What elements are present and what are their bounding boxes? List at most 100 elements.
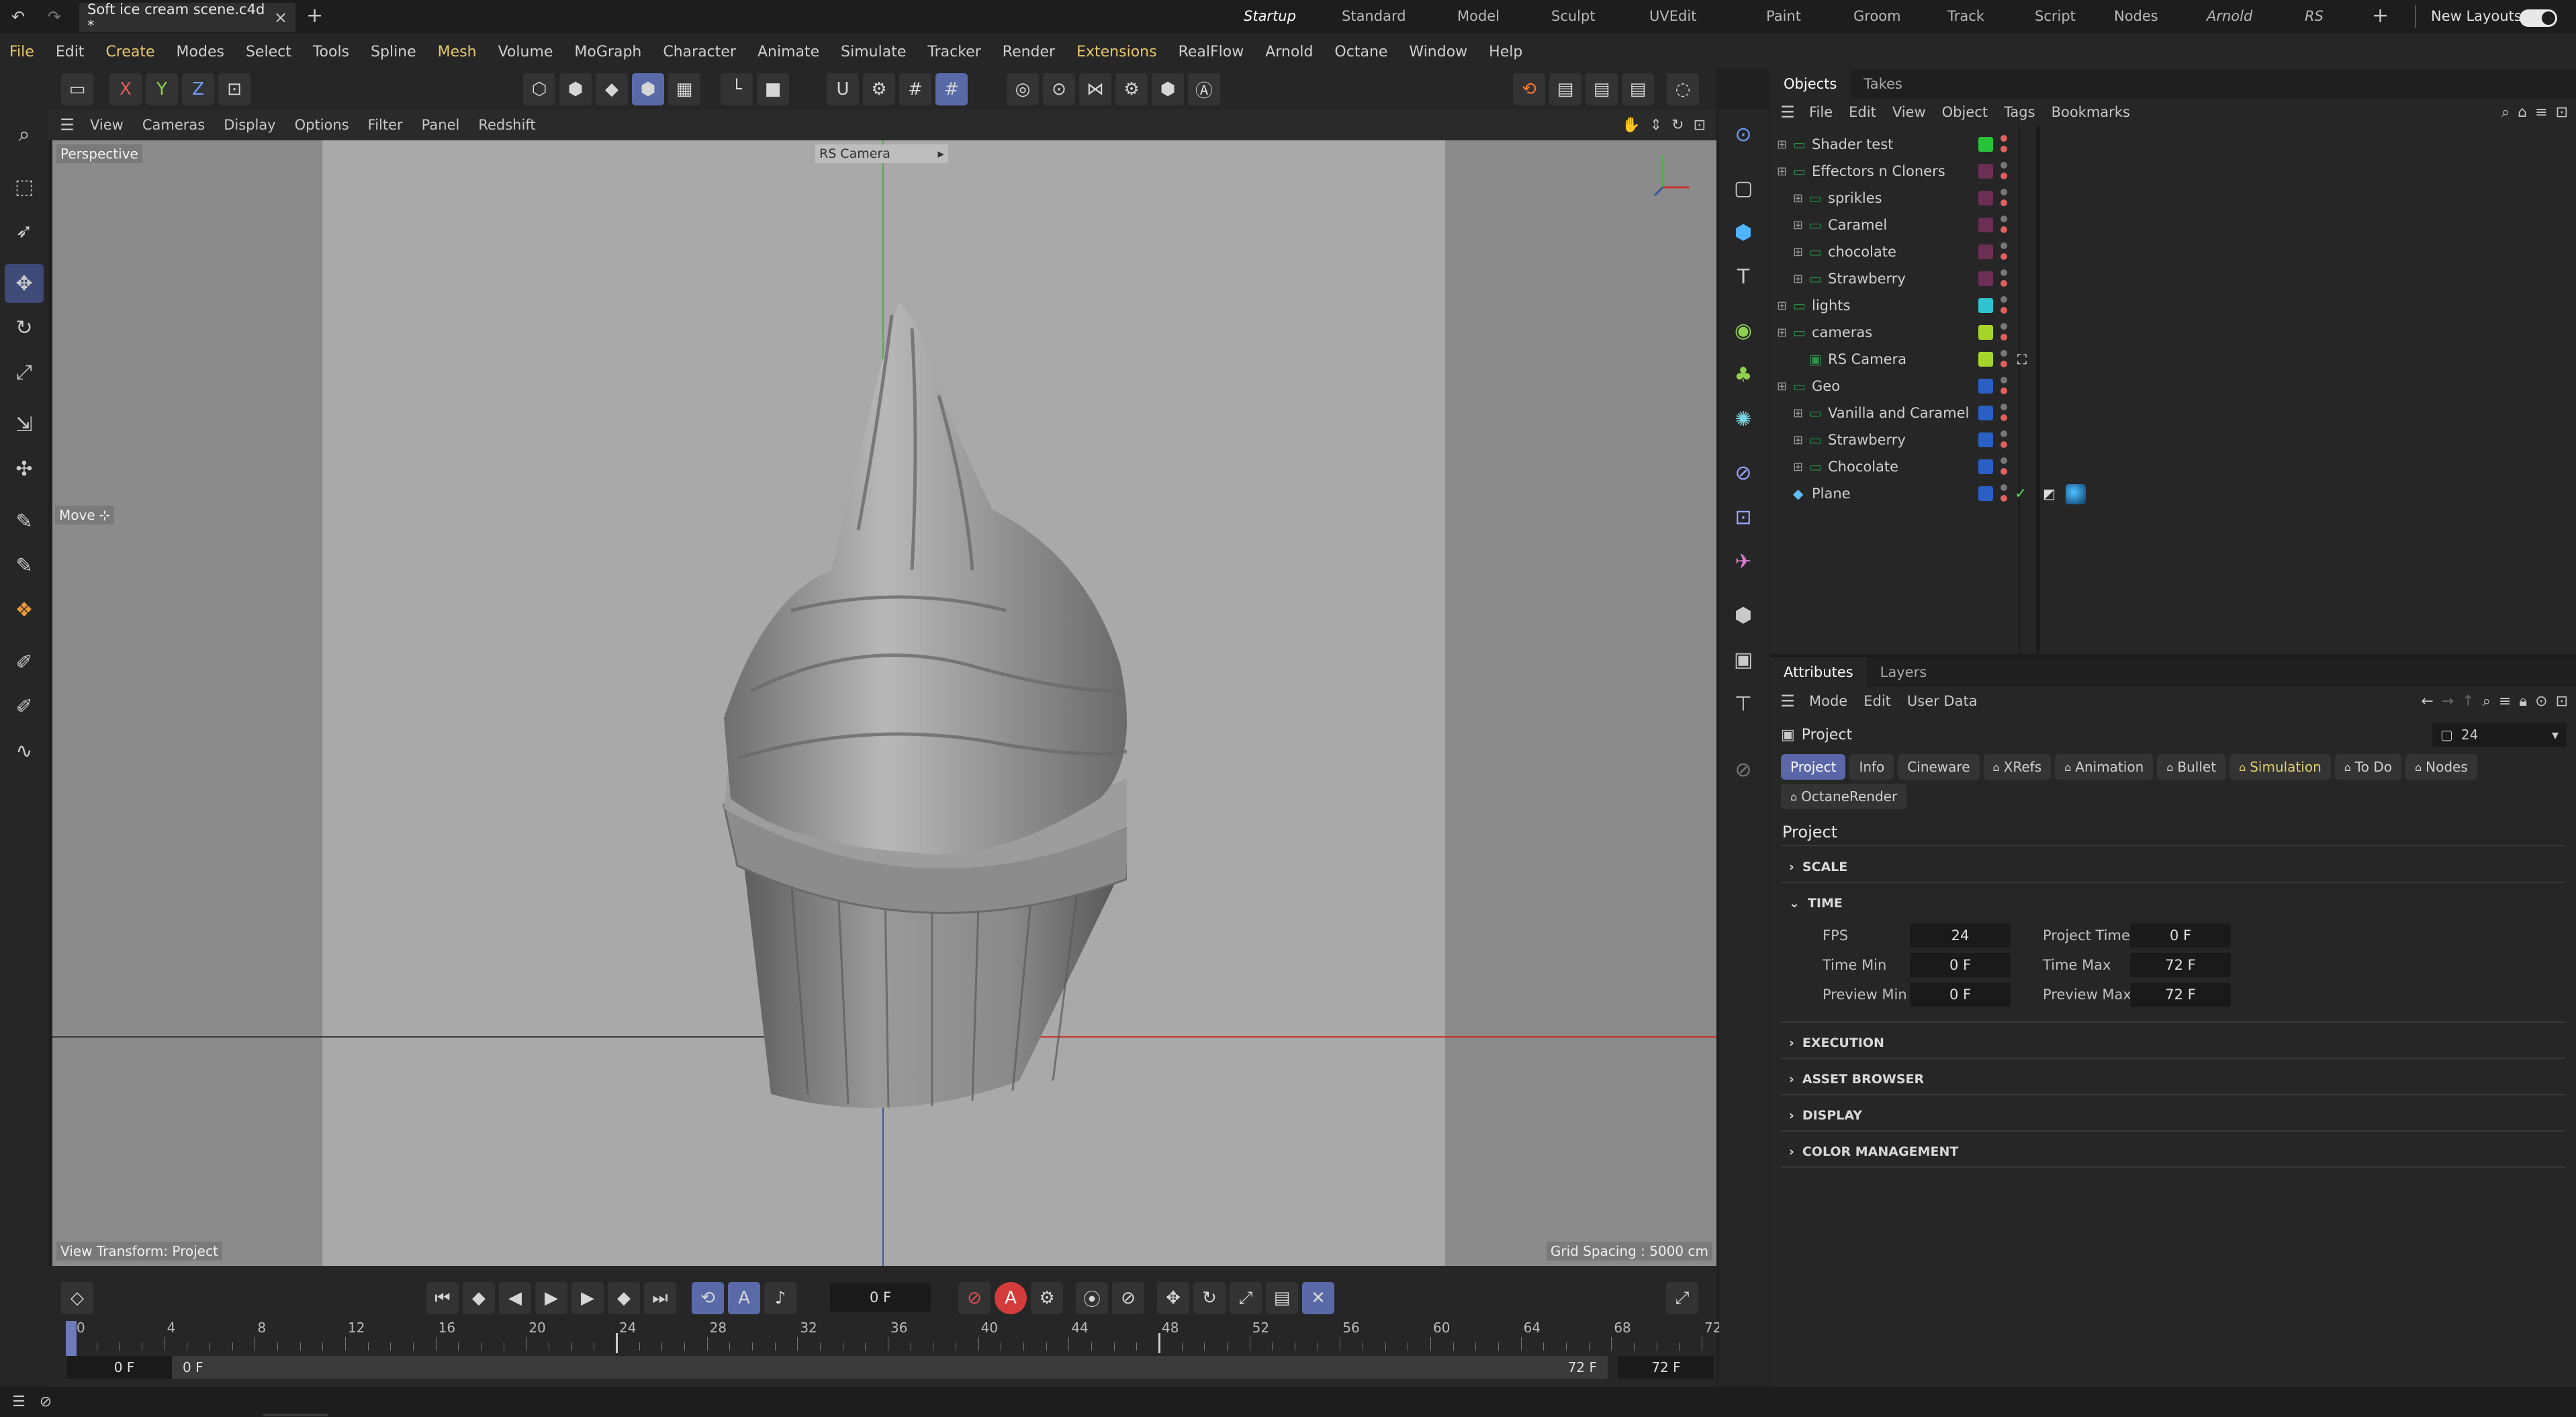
layer-color-swatch[interactable]	[1978, 191, 1993, 205]
object-row[interactable]: ⊞ ▭ Strawberry	[1770, 426, 2576, 453]
up-arrow-icon[interactable]: ↑	[2462, 693, 2474, 710]
expand-icon[interactable]: ⊞	[1793, 272, 1803, 286]
render-visibility-dot[interactable]	[2000, 173, 2007, 179]
previous-key-icon[interactable]: ◆	[463, 1282, 495, 1314]
hamburger-icon[interactable]: ☰	[5, 1393, 32, 1410]
expand-icon[interactable]: ⊞	[1793, 433, 1803, 447]
object-row[interactable]: ⊞ ▭ Effectors n Cloners	[1770, 158, 2576, 185]
search-icon[interactable]: ⌕	[2483, 693, 2491, 710]
undo-icon[interactable]: ↶	[8, 7, 28, 27]
scale-tool-icon[interactable]: ⤢	[5, 353, 44, 392]
filter-icon[interactable]: ≡	[2499, 693, 2511, 710]
section-display[interactable]: › DISPLAY	[1789, 1108, 1862, 1123]
expand-icon[interactable]: ⊞	[1777, 165, 1787, 179]
object-row[interactable]: ▣ RS Camera ⛶	[1770, 346, 2576, 373]
viewport-menu-display[interactable]: Display	[214, 117, 285, 133]
param-key-icon[interactable]: ▤	[1266, 1282, 1298, 1314]
settings-icon[interactable]: ⊙	[2535, 693, 2547, 710]
menu-help[interactable]: Help	[1478, 44, 1533, 60]
cloner-icon[interactable]: ♣	[1724, 355, 1763, 394]
preview-min-field[interactable]: 0 F	[1910, 982, 2011, 1007]
z-axis-button[interactable]: Z	[182, 73, 214, 105]
new-layouts-label[interactable]: New Layouts	[2431, 8, 2522, 24]
object-row[interactable]: ⊞ ▭ lights	[1770, 292, 2576, 319]
render-settings-icon[interactable]: ▤	[1622, 73, 1654, 105]
time-max-field[interactable]: 72 F	[2130, 953, 2231, 977]
phong-tag-icon[interactable]: ◩	[2043, 486, 2056, 502]
menu-edit[interactable]: Edit	[45, 44, 95, 60]
layer-color-swatch[interactable]	[1978, 432, 1993, 447]
menu-select[interactable]: Select	[235, 44, 302, 60]
previous-frame-icon[interactable]: ◀	[499, 1282, 531, 1314]
attributes-menu-mode[interactable]: Mode	[1801, 693, 1855, 709]
render-view-icon[interactable]: ⬢	[1152, 73, 1184, 105]
target-icon[interactable]: ⊙	[1043, 73, 1075, 105]
render-visibility-dot[interactable]	[2000, 199, 2007, 206]
menu-mograph[interactable]: MoGraph	[563, 44, 652, 60]
menu-simulate[interactable]: Simulate	[830, 44, 917, 60]
polygons-mode-icon[interactable]: ◆	[596, 73, 628, 105]
model-mode-icon[interactable]: ⬢	[632, 73, 664, 105]
objects-menu-tags[interactable]: Tags	[1996, 104, 2043, 120]
layer-color-swatch[interactable]	[1978, 137, 1993, 152]
search-icon[interactable]: ⌕	[2501, 104, 2510, 121]
back-arrow-icon[interactable]: ←	[2421, 693, 2433, 710]
edges-mode-icon[interactable]: ⬢	[559, 73, 592, 105]
layer-color-swatch[interactable]	[1978, 218, 1993, 232]
grid-icon[interactable]: #	[899, 73, 931, 105]
rotation-key-icon[interactable]: ↻	[1193, 1282, 1226, 1314]
menu-volume[interactable]: Volume	[488, 44, 564, 60]
attr-tab-project[interactable]: Project	[1781, 754, 1846, 780]
live-selection-icon[interactable]: ⬚	[5, 167, 44, 206]
points-mode-icon[interactable]: ⬡	[523, 73, 555, 105]
layout-tab-model[interactable]: Model	[1457, 8, 1500, 24]
camera-selector[interactable]: RS Camera ▸	[815, 144, 948, 163]
hamburger-icon[interactable]: ☰	[54, 116, 81, 134]
editor-visibility-dot[interactable]	[2000, 404, 2007, 410]
render-visibility-dot[interactable]	[2000, 280, 2007, 287]
object-row[interactable]: ◆ Plane ✓ ◩	[1770, 480, 2576, 507]
editor-visibility-dot[interactable]	[2000, 135, 2007, 142]
paint-tool-icon[interactable]: ✐	[5, 687, 44, 726]
document-tab[interactable]: Soft ice cream scene.c4d * ×	[79, 1, 295, 34]
menu-render[interactable]: Render	[992, 44, 1066, 60]
menu-arnold[interactable]: Arnold	[1254, 44, 1324, 60]
new-window-icon[interactable]: ⊡	[2556, 693, 2568, 710]
fps-field[interactable]: 24	[1910, 923, 2011, 948]
auto-key-icon[interactable]: A	[995, 1282, 1027, 1314]
lock-icon[interactable]: 🔒︎	[2519, 693, 2527, 710]
layout-tab-nodes[interactable]: Nodes	[2114, 8, 2158, 24]
timeline-ruler[interactable]: 0 4 8 12 16 20 24 28 32 36 40 44 48 52 56 60 64 68 72	[68, 1320, 1721, 1353]
section-time[interactable]: ⌄ TIME	[1789, 896, 1843, 911]
attr-tab-animation[interactable]: ⌂ Animation	[2055, 754, 2154, 780]
layer-color-swatch[interactable]	[1978, 271, 1993, 286]
next-frame-icon[interactable]: ▶	[571, 1282, 604, 1314]
expand-icon[interactable]: ⊞	[1793, 245, 1803, 259]
expand-icon[interactable]: ⊞	[1793, 460, 1803, 474]
add-layout-icon[interactable]: +	[2372, 4, 2389, 28]
render-visibility-dot[interactable]	[2000, 495, 2007, 502]
layer-color-swatch[interactable]	[1978, 298, 1993, 313]
layer-color-swatch[interactable]	[1978, 325, 1993, 340]
attr-tab-simulation[interactable]: ⌂ Simulation	[2229, 754, 2331, 780]
menu-animate[interactable]: Animate	[747, 44, 830, 60]
layout-tab-groom[interactable]: Groom	[1853, 8, 1901, 24]
attr-tab-to do[interactable]: ⌂ To Do	[2334, 754, 2401, 780]
next-key-icon[interactable]: ◆	[608, 1282, 640, 1314]
objects-menu-file[interactable]: File	[1801, 104, 1841, 120]
ice-cream-model[interactable]	[657, 288, 1127, 1121]
objects-menu-view[interactable]: View	[1884, 104, 1934, 120]
editor-visibility-dot[interactable]	[2000, 430, 2007, 437]
brush-disabled-icon[interactable]: ⊘	[1724, 750, 1763, 789]
record-icon[interactable]: ⊘	[958, 1282, 991, 1314]
material-tag-icon[interactable]	[2066, 484, 2086, 504]
section-scale[interactable]: › SCALE	[1789, 860, 1847, 874]
layer-color-swatch[interactable]	[1978, 352, 1993, 367]
render-visibility-dot[interactable]	[2000, 146, 2007, 152]
render-to-picture-viewer-icon[interactable]: ▤	[1585, 73, 1618, 105]
render-visibility-dot[interactable]	[2000, 226, 2007, 233]
close-tab-icon[interactable]: ×	[274, 8, 287, 27]
expand-icon[interactable]: ⊞	[1777, 138, 1787, 152]
layout-tab-track[interactable]: Track	[1947, 8, 1984, 24]
mograph-effector-icon[interactable]: ✈	[1724, 542, 1763, 581]
